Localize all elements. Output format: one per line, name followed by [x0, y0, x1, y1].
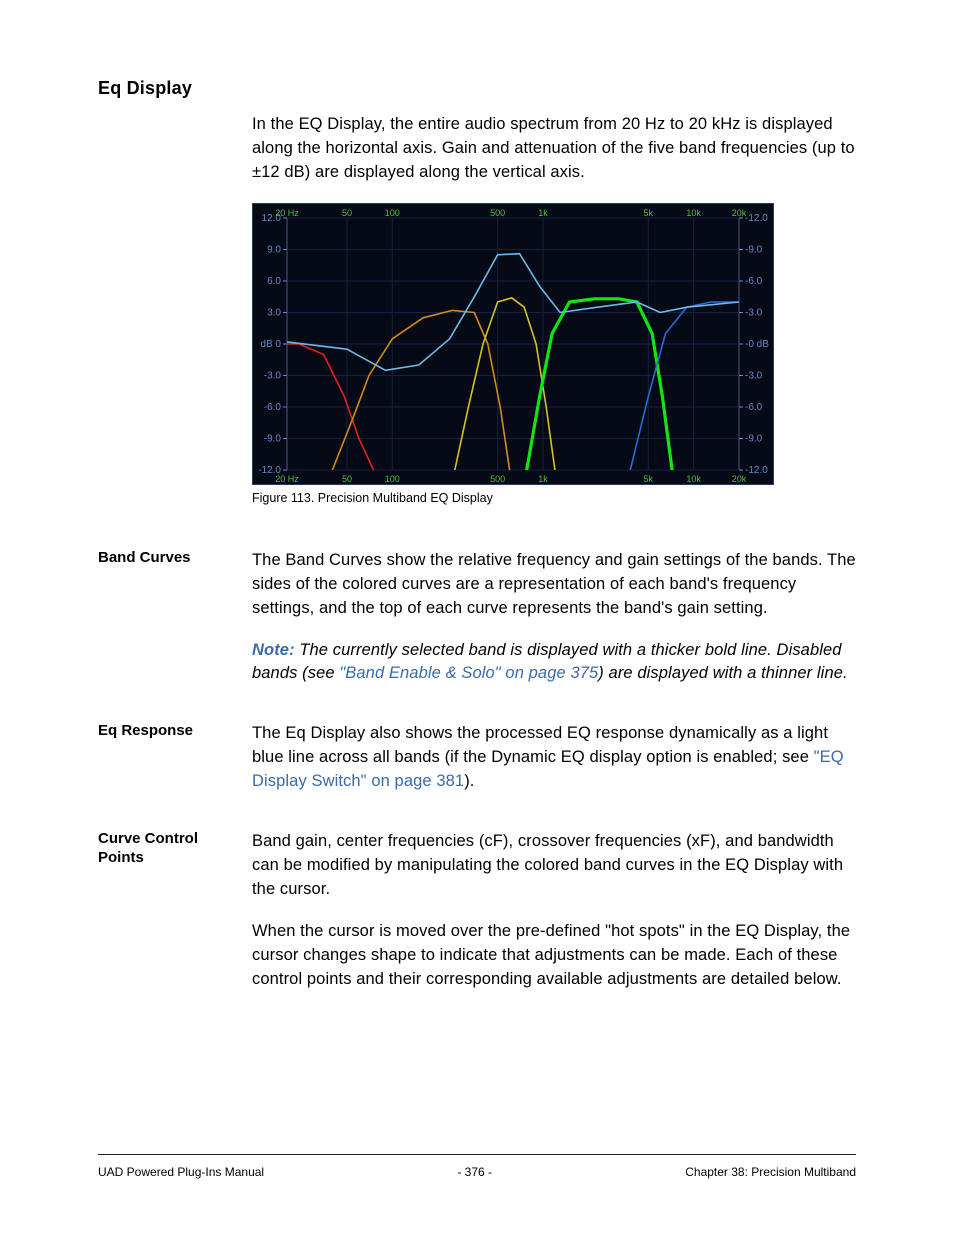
eq-response-row: Eq Response The Eq Display also shows th…	[98, 722, 856, 812]
eq-chart: 12.0-12.09.0-9.06.0-6.03.0-3.0dB 0-0 dB-…	[252, 203, 774, 485]
svg-text:1k: 1k	[538, 208, 548, 218]
intro-body: In the EQ Display, the entire audio spec…	[252, 113, 856, 531]
footer-center: - 376 -	[457, 1165, 492, 1179]
svg-text:-9.0: -9.0	[745, 433, 763, 444]
svg-text:6.0: 6.0	[267, 276, 281, 287]
svg-text:500: 500	[490, 474, 505, 484]
svg-text:20k: 20k	[732, 474, 747, 484]
svg-text:-0 dB: -0 dB	[745, 339, 769, 350]
svg-text:20k: 20k	[732, 208, 747, 218]
svg-text:100: 100	[385, 208, 400, 218]
note-text-2: ) are displayed with a thinner line.	[598, 664, 847, 682]
svg-text:-6.0: -6.0	[264, 402, 282, 413]
svg-text:5k: 5k	[644, 474, 654, 484]
svg-text:10k: 10k	[686, 208, 701, 218]
note-xref[interactable]: "Band Enable & Solo" on page 375	[339, 664, 598, 682]
eq-response-para: The Eq Display also shows the processed …	[252, 722, 856, 794]
eq-response-body: The Eq Display also shows the processed …	[252, 722, 856, 812]
svg-text:-9.0: -9.0	[745, 244, 763, 255]
svg-text:20 Hz: 20 Hz	[275, 474, 299, 484]
svg-text:100: 100	[385, 474, 400, 484]
svg-text:-12.0: -12.0	[745, 213, 768, 224]
eq-response-label: Eq Response	[98, 722, 252, 741]
svg-text:50: 50	[342, 474, 352, 484]
eq-chart-wrap: 12.0-12.09.0-9.06.0-6.03.0-3.0dB 0-0 dB-…	[252, 203, 856, 485]
band-curves-body: The Band Curves show the relative freque…	[252, 549, 856, 705]
curve-control-para1: Band gain, center frequencies (cF), cros…	[252, 830, 856, 902]
curve-control-row: Curve Control Points Band gain, center f…	[98, 830, 856, 1010]
svg-text:20 Hz: 20 Hz	[275, 208, 299, 218]
band-curves-note: Note: The currently selected band is dis…	[252, 639, 856, 687]
svg-text:-3.0: -3.0	[264, 370, 282, 381]
svg-text:-12.0: -12.0	[745, 465, 768, 476]
svg-text:-6.0: -6.0	[745, 276, 763, 287]
footer-right: Chapter 38: Precision Multiband	[685, 1165, 856, 1179]
svg-text:-6.0: -6.0	[745, 402, 763, 413]
eq-response-text-2: ).	[464, 772, 474, 790]
svg-text:9.0: 9.0	[267, 244, 281, 255]
svg-text:-3.0: -3.0	[745, 370, 763, 381]
page: Eq Display In the EQ Display, the entire…	[0, 0, 954, 1235]
band-curves-label: Band Curves	[98, 549, 252, 568]
footer: UAD Powered Plug-Ins Manual - 376 - Chap…	[98, 1154, 856, 1179]
svg-text:50: 50	[342, 208, 352, 218]
svg-text:500: 500	[490, 208, 505, 218]
section-title: Eq Display	[98, 78, 856, 99]
svg-text:-3.0: -3.0	[745, 307, 763, 318]
band-curves-para1: The Band Curves show the relative freque…	[252, 549, 856, 621]
svg-text:3.0: 3.0	[267, 307, 281, 318]
curve-control-label: Curve Control Points	[98, 830, 252, 868]
note-label: Note:	[252, 641, 295, 659]
band-curves-row: Band Curves The Band Curves show the rel…	[98, 549, 856, 705]
curve-control-body: Band gain, center frequencies (cF), cros…	[252, 830, 856, 1010]
figure-caption: Figure 113. Precision Multiband EQ Displ…	[252, 491, 856, 505]
eq-response-text-1: The Eq Display also shows the processed …	[252, 724, 828, 766]
intro-row: In the EQ Display, the entire audio spec…	[98, 113, 856, 531]
svg-text:dB 0: dB 0	[260, 339, 281, 350]
svg-text:5k: 5k	[644, 208, 654, 218]
svg-text:-9.0: -9.0	[264, 433, 282, 444]
footer-left: UAD Powered Plug-Ins Manual	[98, 1165, 264, 1179]
intro-para: In the EQ Display, the entire audio spec…	[252, 113, 856, 185]
curve-control-para2: When the cursor is moved over the pre-de…	[252, 920, 856, 992]
svg-text:1k: 1k	[538, 474, 548, 484]
svg-text:10k: 10k	[686, 474, 701, 484]
